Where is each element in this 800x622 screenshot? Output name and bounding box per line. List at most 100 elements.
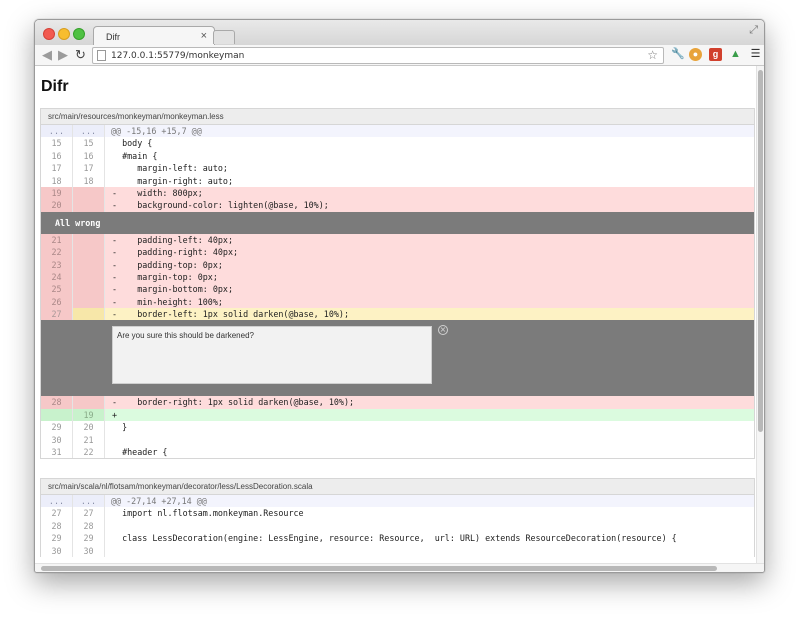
fullscreen-icon[interactable]: ⤢: [749, 24, 758, 37]
file-diff: src/main/scala/nl/flotsam/monkeyman/deco…: [40, 478, 755, 557]
diff-line[interactable]: 29 20 }: [41, 421, 754, 434]
hunk-expand-old[interactable]: ...: [41, 495, 73, 508]
old-line-number: 27: [41, 507, 73, 520]
drive-icon[interactable]: ▲: [729, 48, 742, 61]
browser-window: Difr × ⤢ ◀ ▶ ↻ 127.0.0.1:55779/monkeyman…: [34, 19, 765, 573]
diff-line[interactable]: 26 - min-height: 100%;: [41, 295, 754, 309]
code-text: - border-right: 1px solid darken(@base, …: [112, 397, 355, 408]
diff-line[interactable]: 30 21: [41, 433, 754, 447]
diff-line[interactable]: 28 - border-right: 1px solid darken(@base…: [41, 396, 754, 409]
old-line-number: 30: [41, 544, 73, 557]
new-line-number: [73, 396, 105, 409]
diff-line[interactable]: 30 30: [41, 544, 754, 557]
code-text: }: [112, 422, 128, 433]
new-line-number: 18: [73, 174, 105, 187]
new-line-number: 30: [73, 544, 105, 557]
diff-line[interactable]: 20 - background-color: lighten(@base, 10%…: [41, 199, 754, 212]
comment-textarea[interactable]: Are you sure this should be darkened?: [112, 326, 432, 385]
diff-line[interactable]: 27 - border-left: 1px solid darken(@base,…: [41, 308, 754, 321]
code-text: +: [112, 409, 118, 420]
hunk-header: @@ -15,16 +15,7 @@: [111, 126, 202, 136]
code-text: - background-color: lighten(@base, 10%);: [112, 200, 329, 211]
browser-menu-icon[interactable]: ☰: [749, 48, 762, 61]
old-line-number: 15: [41, 137, 73, 150]
tab-title: Difr: [106, 32, 120, 42]
old-line-number: 31: [41, 446, 73, 459]
old-line-number: 19: [41, 186, 73, 200]
diff-line[interactable]: 22 - padding-right: 40px;: [41, 246, 754, 259]
hunk-expand-old[interactable]: ...: [41, 125, 73, 138]
diff-line[interactable]: 17 17 margin-left: auto;: [41, 162, 754, 175]
diff-line[interactable]: 21 - padding-left: 40px;: [41, 233, 754, 247]
back-icon[interactable]: ◀: [42, 47, 52, 63]
page-title: Difr: [41, 78, 69, 95]
code-text: margin-left: auto;: [112, 163, 228, 174]
code-text: - padding-right: 40px;: [112, 247, 239, 258]
vertical-scroll-thumb[interactable]: [758, 70, 763, 432]
hunk-header: @@ -27,14 +27,14 @@: [111, 496, 207, 506]
code-text: - width: 800px;: [112, 187, 203, 198]
close-window-button[interactable]: [43, 28, 55, 40]
wrench-icon[interactable]: 🔧: [671, 48, 685, 61]
browser-tab[interactable]: Difr ×: [93, 26, 215, 46]
comment-editor: Are you sure this should be darkened? ×: [41, 320, 754, 397]
hunk-expand-new[interactable]: ...: [73, 495, 105, 508]
code-text: - border-left: 1px solid darken(@base, 1…: [112, 309, 349, 320]
zoom-window-button[interactable]: [73, 28, 85, 40]
new-line-number: 20: [73, 421, 105, 434]
old-line-number: 24: [41, 270, 73, 284]
old-line-number: 29: [41, 532, 73, 545]
horizontal-scroll-thumb[interactable]: [41, 566, 717, 571]
diff-line[interactable]: 19 +: [41, 408, 754, 422]
new-line-number: [73, 258, 105, 271]
old-line-number: 20: [41, 199, 73, 212]
diff-line[interactable]: 16 16 #main {: [41, 149, 754, 163]
diff-line[interactable]: 19 - width: 800px;: [41, 186, 754, 200]
diff-line[interactable]: 25 - margin-bottom: 0px;: [41, 283, 754, 296]
code-text: - padding-left: 40px;: [112, 234, 234, 245]
minimize-window-button[interactable]: [58, 28, 70, 40]
new-line-number: [73, 186, 105, 200]
forward-icon[interactable]: ▶: [58, 47, 68, 63]
diff-line[interactable]: 28 28: [41, 519, 754, 533]
diff-line[interactable]: 15 15 body {: [41, 137, 754, 150]
code-text: - margin-bottom: 0px;: [112, 284, 234, 295]
bookmark-star-icon[interactable]: ☆: [647, 48, 658, 62]
diff-line[interactable]: 18 18 margin-right: auto;: [41, 174, 754, 187]
old-line-number: 29: [41, 421, 73, 434]
new-line-number: [73, 283, 105, 296]
new-line-number: [73, 233, 105, 247]
file-path: src/main/resources/monkeyman/monkeyman.l…: [41, 109, 754, 125]
new-line-number: 16: [73, 149, 105, 163]
new-tab-button[interactable]: [213, 30, 235, 44]
code-text: - padding-top: 0px;: [112, 259, 223, 270]
diff-line[interactable]: 27 27 import nl.flotsam.monkeyman.Resourc…: [41, 507, 754, 520]
diff-lines: 21 - padding-left: 40px; 22 - padding-right…: [41, 233, 754, 321]
address-bar[interactable]: 127.0.0.1:55779/monkeyman ☆: [92, 47, 664, 64]
address-url[interactable]: 127.0.0.1:55779/monkeyman: [111, 51, 244, 61]
vertical-scrollbar[interactable]: [756, 66, 764, 564]
new-line-number: 15: [73, 137, 105, 150]
cookie-extension-icon[interactable]: ●: [689, 48, 702, 61]
old-line-number: 30: [41, 433, 73, 447]
browser-toolbar: ◀ ▶ ↻ 127.0.0.1:55779/monkeyman ☆ 🔧 ● g …: [35, 45, 764, 66]
tab-close-icon[interactable]: ×: [201, 30, 207, 42]
new-line-number: 28: [73, 519, 105, 533]
new-line-number: 29: [73, 532, 105, 545]
diff-line[interactable]: 24 - margin-top: 0px;: [41, 270, 754, 284]
hunk-header-row: ... ... @@ -27,14 +27,14 @@: [41, 495, 754, 508]
old-line-number: 23: [41, 258, 73, 271]
hunk-expand-new[interactable]: ...: [73, 125, 105, 138]
code-text: - margin-top: 0px;: [112, 271, 218, 282]
saved-comment[interactable]: All wrong: [41, 211, 754, 234]
diff-line[interactable]: 29 29 class LessDecoration(engine: LessEn…: [41, 532, 754, 545]
google-plus-icon[interactable]: g: [709, 48, 722, 61]
diff-lines: 28 - border-right: 1px solid darken(@base…: [41, 396, 754, 459]
reload-icon[interactable]: ↻: [75, 47, 86, 63]
close-comment-icon[interactable]: ×: [438, 325, 448, 336]
diff-line[interactable]: 31 22 #header {: [41, 446, 754, 459]
page-viewport: Difr src/main/resources/monkeyman/monkey…: [35, 66, 764, 564]
diff-line[interactable]: 23 - padding-top: 0px;: [41, 258, 754, 271]
horizontal-scrollbar[interactable]: [35, 563, 764, 572]
new-line-number: 22: [73, 446, 105, 459]
